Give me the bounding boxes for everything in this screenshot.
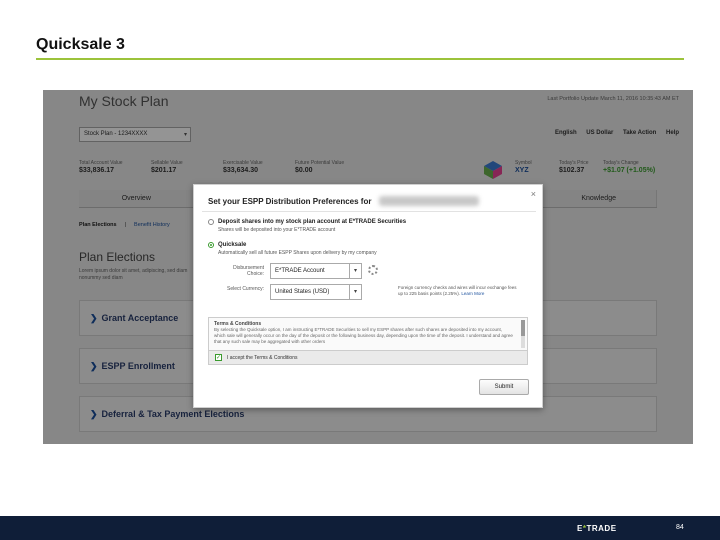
accept-terms-label[interactable]: I accept the Terms & Conditions	[227, 355, 298, 361]
modal-divider	[202, 211, 536, 212]
fx-note-text: Foreign currency checks and wires will i…	[398, 285, 517, 296]
accept-terms-row: ✓ I accept the Terms & Conditions	[208, 351, 528, 365]
currency-label: Select Currency:	[227, 286, 264, 292]
terms-scrollbar[interactable]	[521, 320, 525, 348]
quicksale-option-desc: Automatically sell all future ESPP Share…	[218, 250, 377, 256]
chevron-down-icon: ▾	[349, 285, 361, 299]
slide: Quicksale 3 My Stock Plan Last Portfolio…	[0, 0, 720, 540]
close-icon[interactable]: ×	[531, 189, 536, 199]
terms-text: By selecting the Quicksale option, I am …	[214, 327, 513, 344]
title-divider	[36, 58, 684, 60]
disbursement-label: Disbursement Choice:	[233, 265, 264, 277]
learn-more-link[interactable]: Learn More	[461, 291, 484, 296]
espp-preferences-modal: Set your ESPP Distribution Preferences f…	[193, 184, 543, 408]
loading-spinner-icon	[368, 265, 378, 275]
currency-value: United States (USD)	[275, 289, 330, 295]
deposit-option-title: Deposit shares into my stock plan accoun…	[218, 219, 407, 225]
fx-fee-note: Foreign currency checks and wires will i…	[398, 285, 518, 297]
brand-suffix: TRADE	[586, 524, 617, 533]
slide-title: Quicksale 3	[36, 36, 125, 53]
quicksale-radio[interactable]	[208, 242, 214, 248]
disbursement-select[interactable]: E*TRADE Account ▾	[270, 263, 362, 279]
deposit-option-desc: Shares will be deposited into your E*TRA…	[218, 227, 336, 233]
page-number: 84	[676, 524, 684, 531]
chevron-down-icon: ▾	[349, 264, 361, 278]
etrade-logo: E*TRADE	[577, 524, 617, 533]
currency-select[interactable]: United States (USD) ▾	[270, 284, 362, 300]
redacted-plan-name	[379, 196, 479, 206]
accept-terms-checkbox[interactable]: ✓	[215, 354, 222, 361]
deposit-radio[interactable]	[208, 219, 214, 225]
disbursement-value: E*TRADE Account	[275, 268, 325, 274]
terms-box[interactable]: Terms & Conditions By selecting the Quic…	[208, 317, 528, 351]
scrollbar-thumb[interactable]	[521, 320, 525, 336]
modal-title: Set your ESPP Distribution Preferences f…	[208, 197, 372, 206]
quicksale-option-title: Quicksale	[218, 242, 247, 248]
submit-button[interactable]: Submit	[479, 379, 529, 395]
